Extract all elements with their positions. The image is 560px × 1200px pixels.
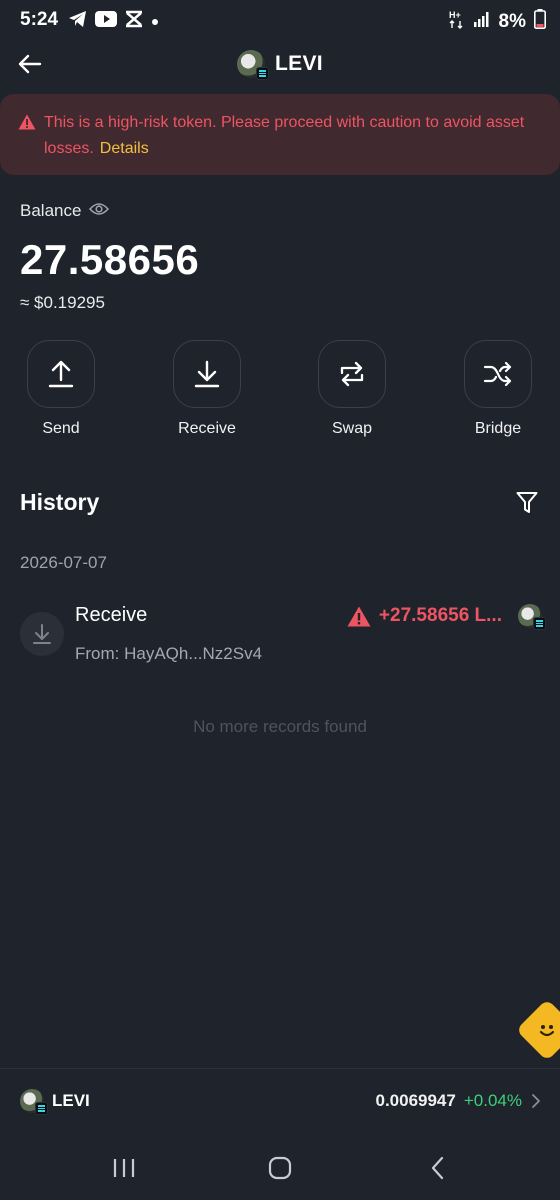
balance-label-row: Balance: [20, 201, 110, 221]
download-icon: [194, 360, 220, 388]
solana-chain-icon: [256, 67, 270, 80]
status-notification-icons: [68, 10, 159, 33]
details-link[interactable]: Details: [100, 140, 149, 157]
solana-chain-icon: [533, 617, 546, 630]
send-button-circle[interactable]: [27, 340, 95, 408]
status-system-icons: H+ 8%: [449, 9, 546, 34]
warning-triangle-icon: [347, 606, 371, 626]
battery-icon: [534, 9, 546, 34]
shuffle-icon: [483, 361, 512, 387]
token-detail-page: 5:24 H+ 8% LEVI This is a high-risk toke…: [0, 0, 560, 1200]
risk-warning-banner: This is a high-risk token. Please procee…: [0, 94, 560, 175]
download-icon: [33, 624, 51, 644]
battery-percent: 8%: [498, 10, 526, 32]
floating-assistant-button[interactable]: [515, 998, 560, 1062]
recents-button[interactable]: [104, 1153, 144, 1183]
tx-receive-icon-wrap: [20, 612, 64, 656]
tx-amount-group: +27.58656 L...: [347, 604, 546, 630]
token-price: 0.0069947: [375, 1091, 456, 1110]
swap-icon: [340, 361, 364, 387]
bridge-label: Bridge: [474, 420, 522, 437]
system-nav-bar: [0, 1135, 560, 1200]
receive-button[interactable]: Receive: [152, 340, 262, 438]
header-token: LEVI: [0, 50, 560, 80]
recents-icon: [113, 1159, 135, 1177]
tx-from: From: HayAQh...Nz2Sv4: [75, 644, 263, 663]
history-title: History: [20, 489, 100, 515]
swap-button-circle[interactable]: [318, 340, 386, 408]
warning-triangle-icon: [18, 114, 36, 130]
bridge-button-circle[interactable]: [464, 340, 532, 408]
chevron-left-icon: [431, 1156, 444, 1180]
send-label: Send: [42, 420, 80, 437]
token-price-bar[interactable]: LEVI 0.0069947 +0.04%: [0, 1069, 560, 1135]
receive-label: Receive: [178, 420, 236, 437]
token-logo: [518, 604, 546, 630]
smiley-icon: [539, 1025, 555, 1037]
bottom-token: LEVI: [20, 1089, 90, 1115]
token-logo: [20, 1089, 48, 1115]
signal-icon: [473, 11, 491, 32]
solana-chain-icon: [35, 1102, 48, 1115]
action-buttons: Send Receive Swap Bridge: [0, 340, 560, 440]
youtube-icon: [95, 11, 117, 32]
balance-label: Balance: [20, 201, 82, 220]
home-icon: [268, 1156, 292, 1180]
receive-button-circle[interactable]: [173, 340, 241, 408]
token-logo: [237, 50, 270, 80]
telegram-icon: [68, 10, 88, 33]
transaction-row[interactable]: Receive From: HayAQh...Nz2Sv4 +27.58656 …: [20, 600, 546, 672]
header: LEVI: [0, 40, 560, 88]
bottom-token-name: LEVI: [52, 1091, 90, 1110]
bottom-price-group: 0.0069947 +0.04%: [375, 1091, 542, 1111]
eye-icon[interactable]: [89, 202, 110, 221]
swap-button[interactable]: Swap: [297, 340, 407, 438]
network-hplus-icon: H+: [449, 9, 465, 34]
status-time: 5:24: [20, 9, 59, 30]
dot-icon: [151, 13, 159, 31]
filter-icon: [516, 492, 538, 513]
capcut-icon: [124, 10, 144, 33]
page-title: LEVI: [275, 52, 323, 75]
nav-back-button[interactable]: [418, 1153, 458, 1183]
tx-type: Receive: [75, 604, 148, 626]
svg-text:H+: H+: [449, 10, 461, 20]
upload-icon: [48, 360, 74, 388]
balance-amount: 27.58656: [20, 236, 200, 283]
status-bar: 5:24 H+ 8%: [0, 0, 560, 40]
chevron-right-icon: [532, 1094, 540, 1108]
filter-button[interactable]: [514, 490, 540, 516]
balance-usd: ≈ $0.19295: [20, 293, 105, 312]
no-more-records: No more records found: [193, 717, 367, 736]
swap-label: Swap: [331, 420, 373, 437]
history-date: 2026-07-07: [20, 553, 107, 572]
tx-amount: +27.58656 L...: [378, 605, 502, 626]
bridge-button[interactable]: Bridge: [443, 340, 553, 438]
warning-message: This is a high-risk token. Please procee…: [44, 110, 542, 162]
home-button[interactable]: [260, 1153, 300, 1183]
price-change: +0.04%: [463, 1091, 522, 1110]
send-button[interactable]: Send: [6, 340, 116, 438]
